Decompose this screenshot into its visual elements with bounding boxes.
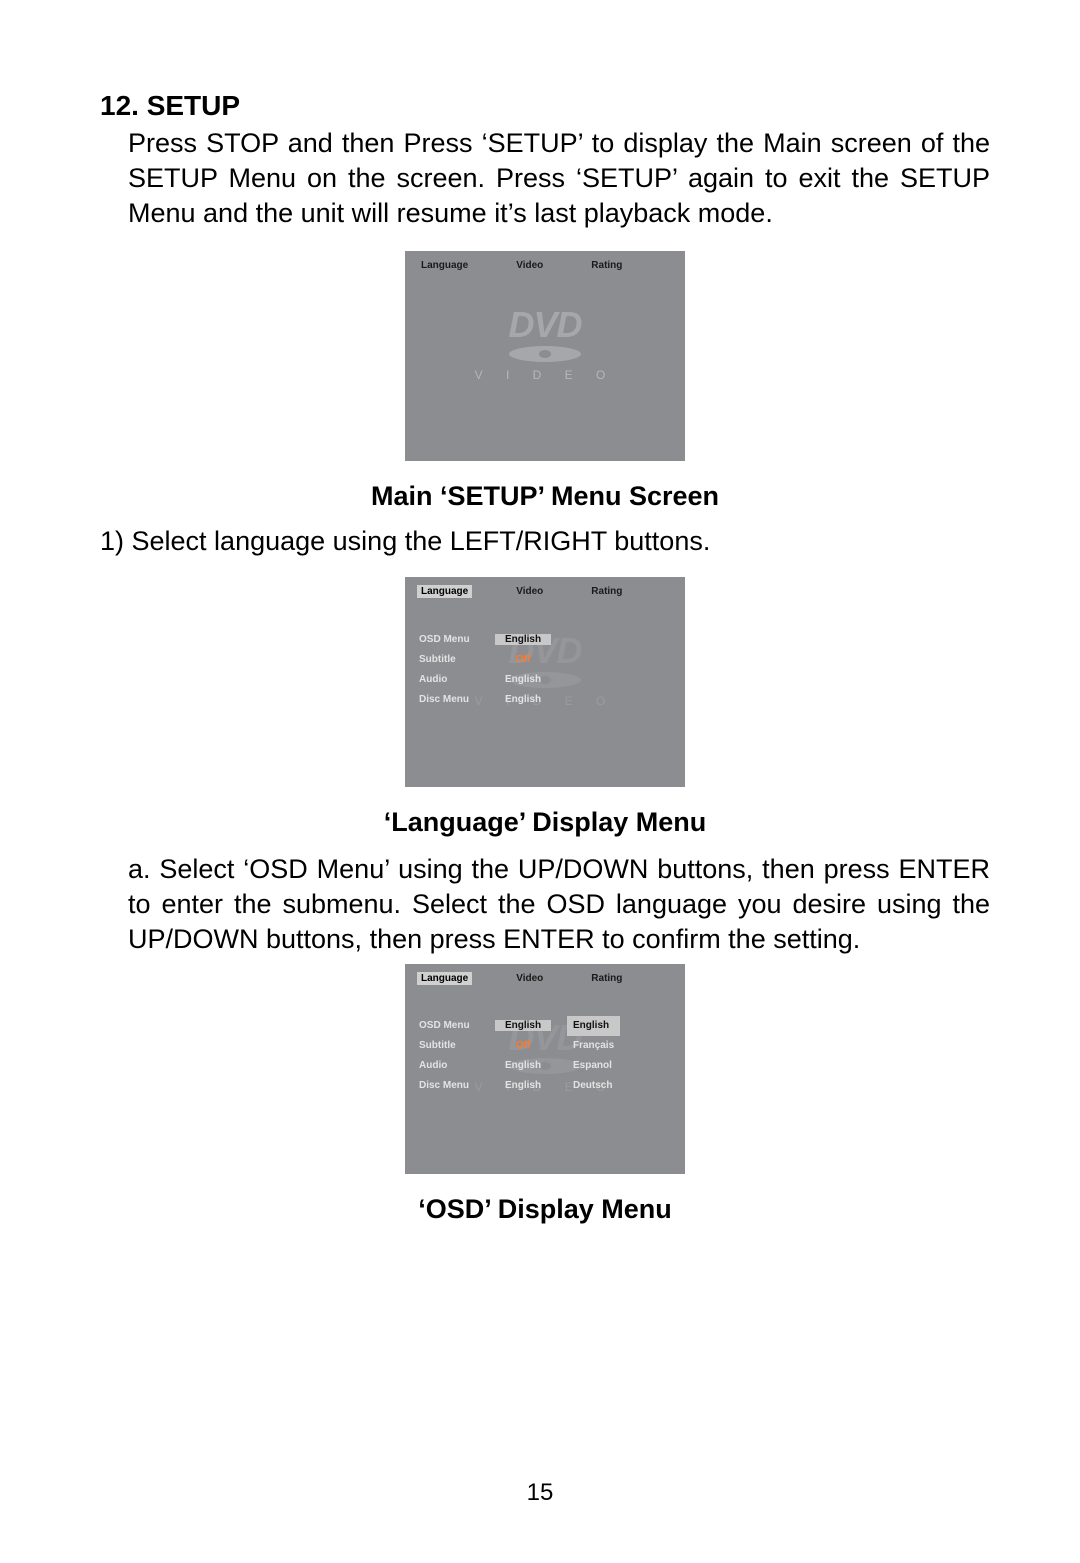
menu-row: Disc MenuEnglish [419, 1076, 551, 1096]
osd-tabs: Language Video Rating [405, 964, 685, 989]
tab-language: Language [417, 585, 472, 598]
menu-row-value: English [495, 694, 551, 705]
menu-row: Disc MenuEnglish [419, 689, 551, 709]
tab-rating: Rating [587, 972, 626, 985]
osd-tabs: Language Video Rating [405, 251, 685, 276]
tab-rating: Rating [587, 585, 626, 598]
figure3-caption: ‘OSD’ Display Menu [100, 1194, 990, 1225]
menu-row: SubtitleOff [419, 649, 551, 669]
submenu-option: English [567, 1016, 620, 1036]
step-1-text: 1) Select language using the LEFT/RIGHT … [100, 526, 990, 557]
submenu-option: Français [567, 1036, 620, 1056]
menu-row: OSD MenuEnglish [419, 629, 551, 649]
figure-osd-display-menu: Language Video Rating DVD V I D E O OSD … [405, 964, 685, 1174]
menu-row-value: Off [495, 654, 551, 665]
menu-row-value: English [495, 1080, 551, 1091]
tab-language: Language [417, 259, 472, 272]
menu-row-label: Audio [419, 674, 495, 685]
page-number: 15 [0, 1479, 1080, 1507]
dvd-video-logo: DVD V I D E O [405, 309, 685, 381]
menu-row-label: Disc Menu [419, 1080, 495, 1091]
menu-row-label: Disc Menu [419, 694, 495, 705]
tab-video: Video [512, 259, 547, 272]
dvd-logo-text: DVD [405, 309, 685, 341]
menu-row-value: Off [495, 1040, 551, 1051]
menu-row: OSD MenuEnglish [419, 1016, 551, 1036]
submenu-option: Deutsch [567, 1076, 620, 1096]
menu-row-value: English [495, 1020, 551, 1031]
menu-row-label: Subtitle [419, 654, 495, 665]
menu-row: SubtitleOff [419, 1036, 551, 1056]
language-menu-rows: OSD MenuEnglishSubtitleOffAudioEnglishDi… [419, 629, 551, 709]
menu-row-value: English [495, 634, 551, 645]
submenu-option: Espanol [567, 1056, 620, 1076]
tab-language: Language [417, 972, 472, 985]
menu-row: AudioEnglish [419, 1056, 551, 1076]
step-a-text: a. Select ‘OSD Menu’ using the UP/DOWN b… [128, 852, 990, 957]
figure-language-display-menu: Language Video Rating DVD V I D E O OSD … [405, 577, 685, 787]
figure2-caption: ‘Language’ Display Menu [100, 807, 990, 838]
tab-video: Video [512, 972, 547, 985]
menu-row-value: English [495, 1060, 551, 1071]
intro-paragraph: Press STOP and then Press ‘SETUP’ to dis… [128, 126, 990, 231]
menu-row: AudioEnglish [419, 669, 551, 689]
menu-row-value: English [495, 674, 551, 685]
osd-language-submenu: EnglishFrançaisEspanolDeutsch [567, 1016, 620, 1096]
menu-row-label: OSD Menu [419, 634, 495, 645]
language-menu-rows: OSD MenuEnglishSubtitleOffAudioEnglishDi… [419, 1016, 551, 1096]
dvd-video-text: V I D E O [405, 368, 685, 382]
document-page: 12. SETUP Press STOP and then Press ‘SET… [0, 0, 1080, 1563]
section-heading: 12. SETUP [100, 90, 990, 122]
tab-rating: Rating [587, 259, 626, 272]
menu-row-label: Subtitle [419, 1040, 495, 1051]
menu-row-label: OSD Menu [419, 1020, 495, 1031]
figure-main-setup-menu: Language Video Rating DVD V I D E O [405, 251, 685, 461]
figure1-caption: Main ‘SETUP’ Menu Screen [100, 481, 990, 512]
menu-row-label: Audio [419, 1060, 495, 1071]
tab-video: Video [512, 585, 547, 598]
dvd-disc-icon [509, 346, 581, 362]
osd-tabs: Language Video Rating [405, 577, 685, 602]
